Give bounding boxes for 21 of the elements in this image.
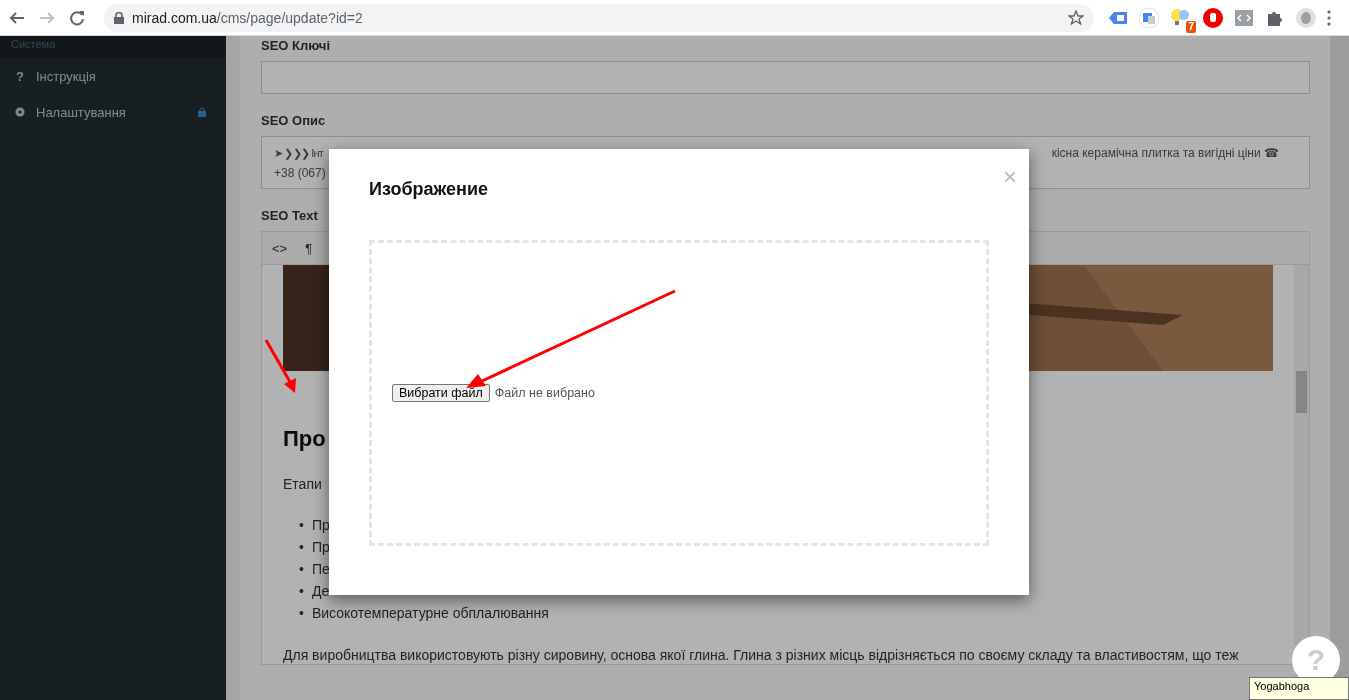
list-item: Високотемпературне обплалювання: [311, 604, 549, 623]
bullet: •: [299, 516, 304, 535]
field-label: SEO Ключі: [261, 38, 332, 53]
dialog-title: Изображение: [369, 179, 490, 200]
field-label: SEO Text: [261, 208, 319, 223]
article-text: Етапи: [283, 476, 323, 492]
bullet: •: [299, 582, 304, 601]
article-heading: Про: [283, 426, 327, 452]
list-item: Пр: [311, 516, 330, 535]
extension-badge: 7: [1186, 20, 1196, 33]
tooltip: Yogabhoga: [1249, 677, 1349, 700]
bullet: •: [299, 604, 304, 623]
list-item: Пр: [311, 538, 330, 557]
bullet: •: [299, 560, 304, 579]
field-label: SEO Опис: [261, 113, 327, 128]
list-item: Де: [311, 582, 330, 601]
url-text: mirad.com.ua/cms/page/update?id=2: [132, 9, 363, 26]
article-paragraph: Для виробництва використовують різну сировину, основа якої глина. Глина з різних місць відрізняється по своєму складу та властивостям, що теж: [283, 646, 1240, 664]
file-status: Файл не вибрано: [494, 386, 595, 400]
bullet: •: [299, 538, 304, 557]
list-item: Пе: [311, 560, 330, 579]
